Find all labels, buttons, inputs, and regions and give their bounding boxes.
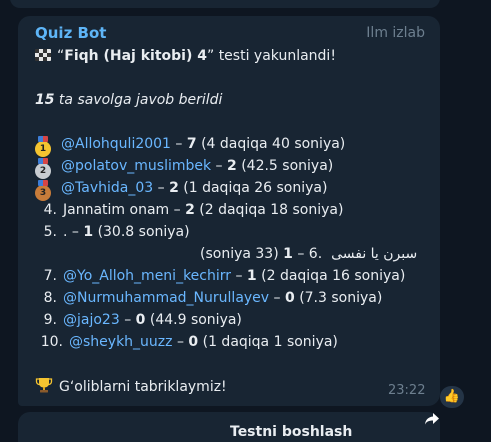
sender-name[interactable]: Quiz Bot (35, 24, 106, 42)
trophy-icon (35, 378, 53, 393)
separator: – (170, 136, 187, 152)
previous-message-bubble (10, 0, 440, 8)
title-suffix: ” testi yakunlandi! (206, 48, 336, 64)
duration: (1 daqiqa 26 soniya) (183, 180, 328, 196)
score: 2 (227, 158, 237, 174)
result-row: 7. @Yo_Alloh_meni_kechirr – 1 (2 daqiqa 1… (35, 266, 406, 286)
score: 1 (83, 224, 94, 240)
score: 0 (284, 290, 295, 306)
duration: (7.3 soniya) (299, 290, 383, 306)
score: 1 (246, 268, 257, 284)
separator: – (231, 268, 247, 284)
score: 2 (169, 180, 179, 196)
user-mention[interactable]: @Allohquli2001 (61, 136, 171, 152)
answered-count-line: 15 ta savolga javob berildi (35, 90, 222, 110)
result-row: 8. @Nurmuhammad_Nurullayev – 0 (7.3 soniy… (35, 288, 383, 308)
result-row: 10. @sheykh_uuzz – 0 (1 daqiqa 1 soniya) (35, 332, 338, 352)
separator: – (67, 224, 84, 240)
rank-number: 7. (43, 268, 57, 284)
result-row: 3 @Tavhida_03 – 2 (1 daqiqa 26 soniya) (35, 178, 327, 201)
rank-number: 5. (43, 224, 57, 240)
checkered-flag-icon (35, 49, 51, 61)
next-message-text: Testni boshlash (230, 424, 353, 440)
congrats-text: G‘oliblarni tabriklaymiz! (59, 379, 227, 395)
rank-number: .6 (308, 246, 323, 262)
thumbs-up-icon[interactable]: 👍 (440, 386, 464, 408)
duration: (30.8 soniya) (97, 224, 190, 240)
user-mention[interactable]: @polatov_muslimbek (61, 158, 211, 174)
user-mention[interactable]: @Tavhida_03 (61, 180, 153, 196)
result-row: 4. Jannatim onam – 2 (2 daqiqa 18 soniya) (35, 200, 344, 220)
duration: (42.5 soniya) (241, 158, 334, 174)
quiz-name: Fiqh (Haj kitobi) 4 (64, 48, 207, 64)
separator: – (269, 290, 285, 306)
user-mention[interactable]: @jajo23 (63, 312, 120, 328)
score: 7 (186, 136, 197, 152)
separator: – (172, 334, 189, 350)
user-name: سبرن يا نفسى (331, 246, 418, 262)
result-row: 1 @Allohquli2001 – 7 (4 daqiqa 40 soniya) (35, 134, 345, 157)
result-row: 2 @polatov_muslimbek – 2 (42.5 soniya) (35, 156, 333, 179)
score: 0 (135, 312, 146, 328)
separator: – (211, 158, 227, 174)
user-mention[interactable]: @Yo_Alloh_meni_kechirr (63, 268, 231, 284)
user-mention[interactable]: @sheykh_uuzz (69, 334, 173, 350)
result-row: 9. @jajo23 – 0 (44.9 soniya) (35, 310, 242, 330)
score: 0 (188, 334, 199, 350)
duration: (1 daqiqa 1 soniya) (202, 334, 338, 350)
answered-text: ta savolga javob berildi (54, 92, 223, 108)
rank-number: 9. (43, 312, 57, 328)
message-timestamp: 23:22 (388, 383, 426, 398)
duration: (soniya 33) (200, 246, 279, 262)
score: 2 (185, 202, 195, 218)
rank-number: 4. (43, 202, 57, 218)
quiz-title-line: “Fiqh (Haj kitobi) 4” testi yakunlandi! (35, 46, 336, 66)
duration: (2 daqiqa 16 soniya) (261, 268, 406, 284)
gold-medal-icon: 1 (35, 136, 51, 157)
rank-number: 10. (40, 334, 63, 350)
next-message-bubble[interactable] (18, 412, 440, 442)
share-icon (425, 413, 439, 425)
bronze-medal-icon: 3 (35, 180, 51, 201)
share-icon[interactable] (422, 412, 442, 430)
congrats-line: G‘oliblarni tabriklaymiz! (35, 376, 227, 397)
user-mention[interactable]: @Nurmuhammad_Nurullayev (63, 290, 269, 306)
via-bot-label[interactable]: Ilm izlab (366, 25, 425, 41)
separator: – (292, 246, 309, 262)
user-name: Jannatim onam (63, 202, 170, 218)
answered-count: 15 (35, 92, 55, 108)
score: 1 (283, 246, 293, 262)
separator: – (119, 312, 136, 328)
separator: – (153, 180, 170, 196)
duration: (2 daqiqa 18 soniya) (199, 202, 344, 218)
result-row: 5.. – 1 (30.8 soniya) (35, 222, 190, 242)
rank-number: 8. (43, 290, 57, 306)
duration: (4 daqiqa 40 soniya) (201, 136, 346, 152)
result-row: (soniya 33) 1 – سبرن يا نفسى .6 (200, 244, 417, 264)
silver-medal-icon: 2 (35, 158, 51, 179)
separator: – (169, 202, 186, 218)
duration: (44.9 soniya) (149, 312, 242, 328)
